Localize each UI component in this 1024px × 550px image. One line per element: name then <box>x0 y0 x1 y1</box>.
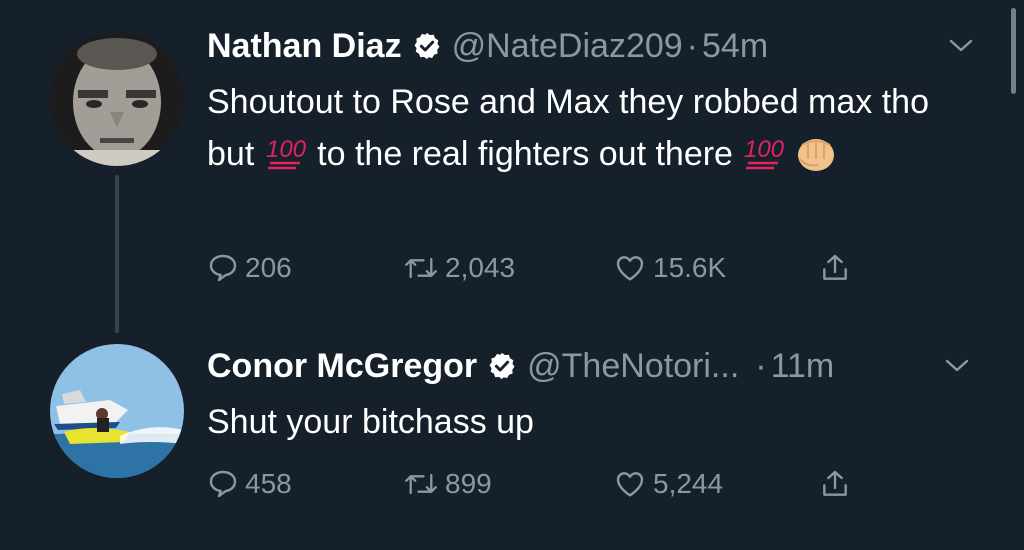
heart-icon <box>616 256 644 281</box>
tweet-conor-mcgregor[interactable]: Conor McGregor @TheNotori... · 11m Shut … <box>0 330 1000 550</box>
scrollbar[interactable] <box>1011 8 1016 94</box>
hundred-points-emoji-icon: 100 <box>266 136 307 170</box>
tweet-actions: 206 2,043 15.6K <box>207 248 907 288</box>
timestamp[interactable]: 11m <box>771 347 835 386</box>
like-button[interactable]: 5,244 <box>613 464 723 504</box>
tweet-text: Shoutout to Rose and Max they robbed max… <box>207 76 967 180</box>
reply-button[interactable]: 206 <box>207 248 292 288</box>
reply-icon <box>209 254 237 282</box>
like-count: 5,244 <box>653 468 724 499</box>
hundred-points-emoji-glyph: 100 <box>266 136 307 163</box>
verified-badge-icon <box>489 352 515 380</box>
svg-text:100: 100 <box>744 136 785 163</box>
avatar[interactable] <box>50 32 184 166</box>
reply-icon <box>209 470 237 498</box>
like-button[interactable]: 15.6K <box>613 248 726 288</box>
retweet-count: 2,043 <box>445 252 516 283</box>
like-count: 15.6K <box>653 252 727 283</box>
tweet-header: Conor McGregor @TheNotori... · 11m <box>207 344 834 388</box>
avatar-image-jetski <box>50 344 184 478</box>
avatar[interactable] <box>50 344 184 478</box>
reply-button[interactable]: 458 <box>207 464 292 504</box>
reply-count: 458 <box>245 468 292 499</box>
timestamp[interactable]: 54m <box>702 27 768 66</box>
chevron-down-icon[interactable] <box>944 356 970 376</box>
retweet-button[interactable]: 2,043 <box>403 248 515 288</box>
share-icon <box>823 470 847 496</box>
author-name[interactable]: Conor McGregor <box>207 347 477 386</box>
retweet-button[interactable]: 899 <box>403 464 492 504</box>
tweet-actions: 458 899 5,244 <box>207 464 907 504</box>
tweet-text-part: to the real fighters out there <box>307 135 743 173</box>
author-name[interactable]: Nathan Diaz <box>207 27 402 66</box>
tweet-text: Shut your bitchass up <box>207 396 967 448</box>
avatar-image-portrait <box>50 32 184 166</box>
retweet-icon <box>405 257 437 279</box>
separator-dot: · <box>686 26 698 65</box>
verified-badge-icon <box>414 32 440 60</box>
oncoming-fist-emoji-icon <box>798 139 835 171</box>
tweet-text-part: Shut your bitchass up <box>207 403 534 441</box>
hundred-points-emoji-icon: 100 <box>744 136 785 170</box>
share-button[interactable] <box>819 464 857 504</box>
share-icon <box>823 254 847 280</box>
author-handle[interactable]: @NateDiaz209 <box>452 27 683 66</box>
retweet-count: 899 <box>445 468 492 499</box>
reply-count: 206 <box>245 252 292 283</box>
author-handle[interactable]: @TheNotori... <box>527 347 739 386</box>
retweet-icon <box>405 473 437 495</box>
tweet-header: Nathan Diaz @NateDiaz209 · 54m <box>207 24 768 68</box>
tweet-nathan-diaz[interactable]: Nathan Diaz @NateDiaz209 · 54m Shoutout … <box>0 0 1000 330</box>
chevron-down-icon[interactable] <box>948 36 974 56</box>
separator-dot: · <box>755 346 767 385</box>
heart-icon <box>616 472 644 497</box>
share-button[interactable] <box>819 248 857 288</box>
